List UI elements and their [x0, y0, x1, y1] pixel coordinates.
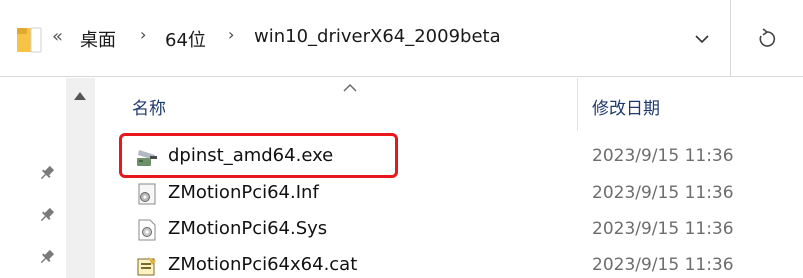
- pin-icon[interactable]: [38, 248, 56, 266]
- breadcrumb-overflow[interactable]: «: [52, 26, 63, 47]
- file-row[interactable]: ZMotionPci64.Inf 2023/9/15 11:36: [120, 176, 803, 212]
- folder-icon: [17, 27, 42, 53]
- file-date: 2023/9/15 11:36: [592, 146, 734, 166]
- highlight-annotation: [119, 133, 398, 178]
- file-date: 2023/9/15 11:36: [592, 255, 734, 275]
- refresh-icon: [759, 28, 776, 47]
- system-file-icon: [138, 219, 156, 241]
- breadcrumb-item-desktop[interactable]: 桌面: [80, 26, 116, 52]
- pin-icon[interactable]: [38, 206, 56, 224]
- refresh-button[interactable]: [731, 0, 803, 77]
- nav-scrollbar[interactable]: [66, 78, 95, 278]
- catalog-icon: [137, 257, 156, 276]
- scroll-up-arrow-icon[interactable]: [73, 90, 87, 102]
- column-header-name[interactable]: 名称: [132, 94, 166, 119]
- sort-ascending-icon: [343, 84, 357, 92]
- pin-icon[interactable]: [38, 164, 56, 182]
- column-header-date-modified[interactable]: 修改日期: [592, 94, 660, 119]
- address-bar[interactable]: « 桌面 › 64位 › win10_driverX64_2009beta: [0, 0, 731, 77]
- file-date: 2023/9/15 11:36: [592, 183, 734, 203]
- breadcrumb-separator[interactable]: ›: [140, 25, 146, 44]
- file-date: 2023/9/15 11:36: [592, 219, 734, 239]
- navigation-pane: [0, 78, 66, 278]
- breadcrumb-item-driver-folder[interactable]: win10_driverX64_2009beta: [254, 26, 501, 47]
- file-name: ZMotionPci64x64.cat: [168, 254, 358, 275]
- file-name: ZMotionPci64.Inf: [168, 182, 319, 203]
- file-name: ZMotionPci64.Sys: [168, 218, 328, 239]
- column-divider[interactable]: [577, 78, 578, 131]
- file-explorer-window: « 桌面 › 64位 › win10_driverX64_2009beta 名称…: [0, 0, 803, 278]
- file-row[interactable]: ZMotionPci64.Sys 2023/9/15 11:36: [120, 212, 803, 248]
- breadcrumb-item-64bit[interactable]: 64位: [165, 26, 206, 52]
- chevron-down-icon[interactable]: [693, 30, 711, 48]
- breadcrumb-separator[interactable]: ›: [228, 25, 234, 44]
- inf-settings-icon: [138, 183, 156, 205]
- file-row[interactable]: ZMotionPci64x64.cat 2023/9/15 11:36: [120, 248, 803, 278]
